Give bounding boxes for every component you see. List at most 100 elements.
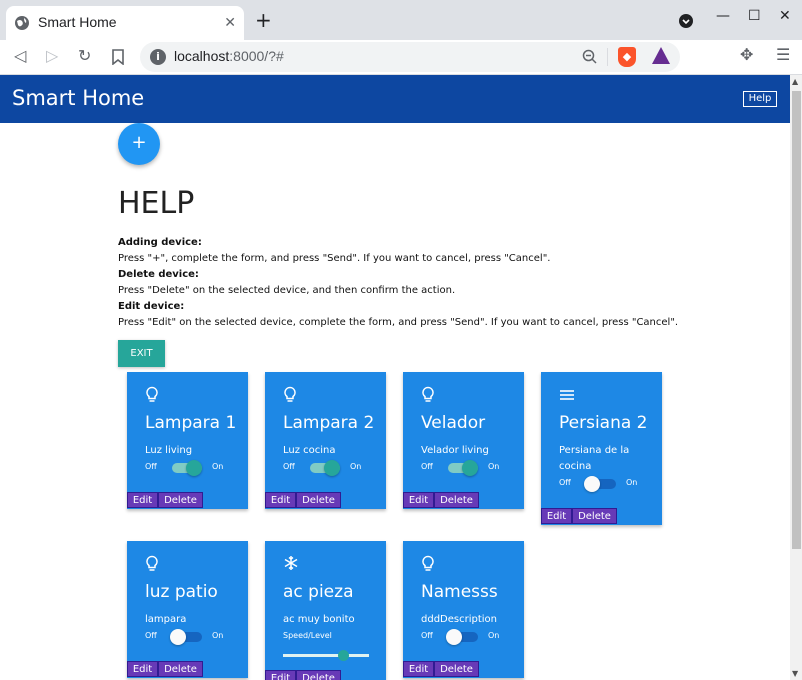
device-switch[interactable]: Off On: [559, 476, 659, 492]
reload-icon[interactable]: ↻: [78, 46, 91, 65]
help-section-text: Press "Delete" on the selected device, a…: [118, 285, 456, 296]
browser-tab[interactable]: Smart Home ✕: [6, 6, 244, 40]
help-section-text: Press "Edit" on the selected device, com…: [118, 317, 679, 328]
switch-track[interactable]: [172, 460, 202, 476]
help-button[interactable]: Help: [743, 91, 777, 107]
app-header: Smart Home Help: [0, 75, 790, 123]
minimize-button[interactable]: —: [716, 8, 730, 24]
forward-icon[interactable]: ▷: [46, 46, 58, 65]
edit-button[interactable]: Edit: [127, 661, 158, 677]
device-card: luz patio lampara Off On Edit Delete: [127, 541, 248, 678]
switch-off-label: Off: [145, 631, 157, 640]
tab-search-icon[interactable]: [678, 13, 694, 29]
browser-toolbar: ◁ ▷ ↻ i localhost:8000/?# ◆ ✥ ☰: [0, 40, 802, 75]
device-description: Luz cocina: [283, 445, 336, 456]
lightbulb-icon: [421, 386, 435, 407]
switch-on-label: On: [212, 462, 224, 471]
device-name: Velador: [421, 413, 486, 433]
close-window-button[interactable]: ✕: [779, 8, 791, 24]
extensions-icon[interactable]: ✥: [740, 45, 753, 64]
switch-track[interactable]: [448, 460, 478, 476]
device-name: Lampara 1: [145, 413, 237, 433]
maximize-button[interactable]: ☐: [748, 8, 761, 24]
switch-on-label: On: [212, 631, 224, 640]
switch-off-label: Off: [421, 631, 433, 640]
delete-button[interactable]: Delete: [434, 492, 479, 508]
switch-off-label: Off: [145, 462, 157, 471]
speed-slider[interactable]: [283, 650, 369, 661]
switch-knob[interactable]: [186, 460, 202, 476]
delete-button[interactable]: Delete: [158, 492, 203, 508]
help-section-title: Adding device:: [118, 237, 202, 248]
switch-knob[interactable]: [462, 460, 478, 476]
edit-button[interactable]: Edit: [403, 661, 434, 677]
help-text: Adding device: Press "+", complete the f…: [118, 235, 678, 331]
device-switch[interactable]: Off On: [145, 629, 245, 645]
delete-button[interactable]: Delete: [158, 661, 203, 677]
device-switch[interactable]: Off On: [421, 629, 521, 645]
switch-on-label: On: [626, 478, 638, 487]
switch-knob[interactable]: [170, 629, 186, 645]
back-icon[interactable]: ◁: [14, 46, 26, 65]
delete-button[interactable]: Delete: [296, 492, 341, 508]
switch-track[interactable]: [310, 460, 340, 476]
device-card: Persiana 2 Persiana de la cocina Off On Edit…: [541, 372, 662, 525]
device-switch[interactable]: Off On: [145, 460, 245, 476]
app-title[interactable]: Smart Home: [12, 86, 144, 110]
lightbulb-icon: [421, 555, 435, 576]
edit-button[interactable]: Edit: [265, 670, 296, 680]
switch-off-label: Off: [283, 462, 295, 471]
device-switch[interactable]: Off On: [283, 460, 383, 476]
brave-shield-icon[interactable]: ◆: [618, 47, 636, 67]
browser-menu-icon[interactable]: ☰: [776, 45, 790, 64]
close-tab-icon[interactable]: ✕: [224, 15, 236, 31]
url-text[interactable]: localhost:8000/?#: [174, 48, 284, 64]
site-info-icon[interactable]: i: [150, 49, 166, 65]
device-name: Persiana 2: [559, 413, 648, 433]
device-description: ac muy bonito: [283, 614, 355, 625]
speed-level-label: Speed/Level: [283, 631, 332, 640]
bookmark-icon[interactable]: [112, 49, 124, 65]
device-switch[interactable]: Off On: [421, 460, 521, 476]
slider-thumb[interactable]: [338, 650, 350, 661]
help-heading: HELP: [118, 186, 195, 221]
scroll-up-icon[interactable]: ▲: [792, 77, 798, 86]
address-bar[interactable]: i localhost:8000/?# ◆: [140, 42, 680, 72]
delete-button[interactable]: Delete: [296, 670, 341, 680]
add-device-button[interactable]: +: [118, 123, 160, 165]
edit-button[interactable]: Edit: [265, 492, 296, 508]
device-description: lampara: [145, 614, 187, 625]
device-card: Velador Velador living Off On Edit Delete: [403, 372, 524, 509]
delete-button[interactable]: Delete: [572, 508, 617, 524]
globe-icon: [15, 16, 29, 30]
device-name: Namesss: [421, 582, 498, 602]
page-scrollbar[interactable]: ▲ ▼: [790, 75, 802, 680]
tab-title: Smart Home: [38, 14, 117, 30]
exit-help-button[interactable]: EXIT: [118, 340, 165, 367]
brave-rewards-icon[interactable]: [652, 47, 670, 64]
help-section-title: Edit device:: [118, 301, 185, 312]
switch-off-label: Off: [421, 462, 433, 471]
switch-on-label: On: [350, 462, 362, 471]
delete-button[interactable]: Delete: [434, 661, 479, 677]
switch-track[interactable]: [446, 629, 478, 645]
switch-knob[interactable]: [324, 460, 340, 476]
lightbulb-icon: [283, 386, 297, 407]
switch-knob[interactable]: [584, 476, 600, 492]
switch-track[interactable]: [170, 629, 202, 645]
scroll-down-icon[interactable]: ▼: [792, 669, 798, 678]
switch-track[interactable]: [584, 476, 616, 492]
device-card: Namesss dddDescription Off On Edit Delete: [403, 541, 524, 678]
new-tab-button[interactable]: +: [255, 8, 272, 32]
snowflake-icon: [283, 555, 299, 575]
device-description: dddDescription: [421, 614, 497, 625]
blinds-icon: [559, 386, 575, 405]
switch-knob[interactable]: [446, 629, 462, 645]
device-name: Lampara 2: [283, 413, 375, 433]
edit-button[interactable]: Edit: [403, 492, 434, 508]
scrollbar-thumb[interactable]: [792, 91, 801, 549]
device-card: Lampara 2 Luz cocina Off On Edit Delete: [265, 372, 386, 509]
edit-button[interactable]: Edit: [541, 508, 572, 524]
edit-button[interactable]: Edit: [127, 492, 158, 508]
zoom-icon[interactable]: [582, 49, 598, 65]
